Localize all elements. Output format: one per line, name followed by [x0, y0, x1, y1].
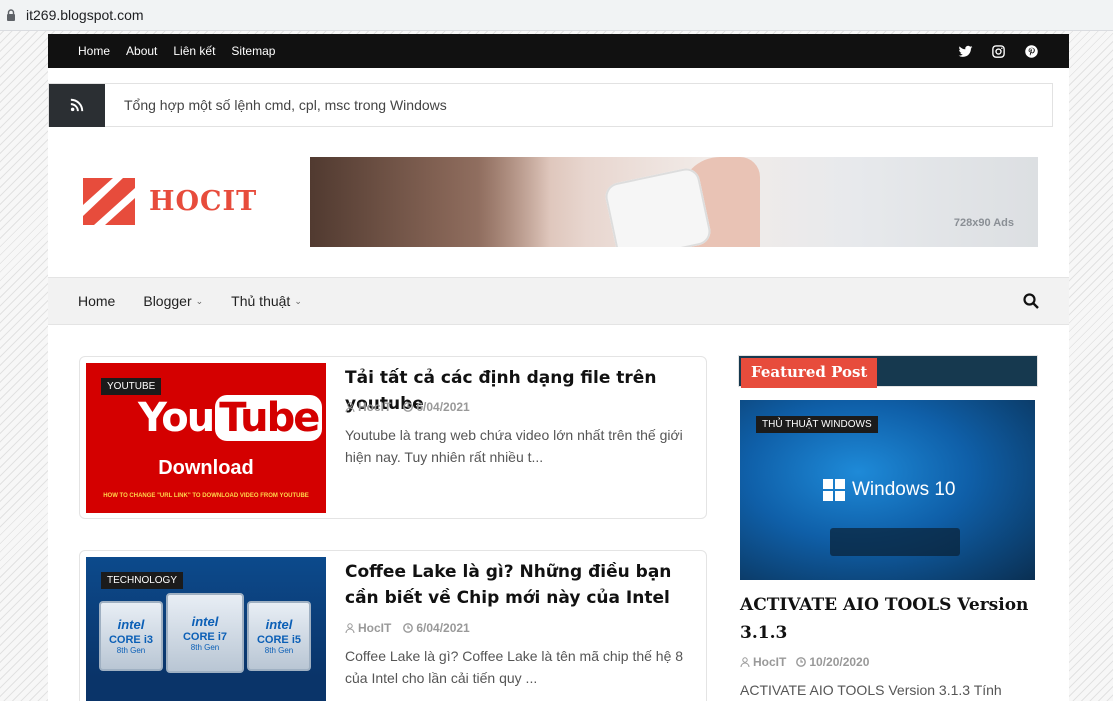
- chip-gen: 8th Gen: [116, 646, 146, 655]
- browser-address-bar[interactable]: it269.blogspot.com: [0, 0, 1113, 31]
- featured-post-date: 10/20/2020: [796, 655, 869, 669]
- featured-post-author[interactable]: HocIT: [740, 655, 786, 669]
- blog-page: Home About Liên kết Sitemap Tổng hợp một…: [48, 34, 1069, 701]
- top-link-about[interactable]: About: [126, 44, 157, 58]
- intel-chip-badge: intel CORE i7 8th Gen: [166, 593, 244, 673]
- windows-icon: [823, 479, 845, 501]
- post-meta: HocIT 6/04/2021: [345, 400, 470, 414]
- url-text: it269.blogspot.com: [26, 7, 144, 23]
- keyboard-shape: [830, 528, 960, 556]
- banner-photo-phone: [602, 165, 714, 247]
- post-excerpt: Coffee Lake là gì? Coffee Lake là tên mã…: [345, 648, 684, 686]
- top-link-sitemap[interactable]: Sitemap: [231, 44, 275, 58]
- chip-brand: intel: [191, 614, 219, 629]
- featured-post-header: Featured Post: [738, 355, 1038, 388]
- post-meta: HocIT 6/04/2021: [345, 621, 470, 635]
- banner-photo-hair: [310, 157, 550, 247]
- chip-model: CORE i3: [108, 634, 153, 646]
- chip-model: CORE i5: [256, 634, 301, 646]
- lock-icon: [7, 8, 15, 21]
- post-date-text: 6/04/2021: [416, 621, 470, 635]
- post-author[interactable]: HocIT: [345, 621, 391, 635]
- intel-chip-badge: intel CORE i5 8th Gen: [247, 601, 311, 671]
- post-date: 6/04/2021: [403, 400, 470, 414]
- sidebar: Featured Post THỦ THUẬT WINDOWS Windows …: [738, 355, 1038, 698]
- top-links: Home About Liên kết Sitemap: [78, 44, 275, 58]
- chip-model: CORE i7: [182, 631, 227, 643]
- site-logo[interactable]: HOCIT: [83, 178, 257, 225]
- rss-icon: [70, 98, 84, 112]
- chip-gen: 8th Gen: [190, 643, 220, 652]
- top-link-lien-ket[interactable]: Liên kết: [173, 44, 215, 58]
- featured-post-label: Featured Post: [741, 358, 878, 388]
- ad-size-label: 728x90 Ads: [953, 217, 1014, 229]
- post-excerpt: Youtube là trang web chứa video lớn nhất…: [345, 427, 683, 465]
- main-nav: Home Blogger ⌄ Thủ thuật ⌄: [48, 277, 1069, 325]
- post-tag[interactable]: TECHNOLOGY: [101, 572, 184, 589]
- brand-name: HOCIT: [149, 186, 258, 217]
- clock-icon: [796, 657, 807, 667]
- thumbnail-small-caption: HOW TO CHANGE "URL LINK" TO DOWNLOAD VID…: [103, 493, 309, 499]
- post-author[interactable]: HocIT: [345, 400, 391, 414]
- featured-post-author-name: HocIT: [753, 655, 787, 669]
- chevron-down-icon: ⌄: [294, 295, 302, 306]
- nav-item-home[interactable]: Home: [78, 293, 115, 309]
- youtube-logo: You Tube: [138, 395, 323, 441]
- top-link-home[interactable]: Home: [78, 44, 110, 58]
- thumbnail-caption: Download: [158, 457, 254, 479]
- news-ticker: Tổng hợp một số lệnh cmd, cpl, msc trong…: [48, 83, 1053, 127]
- instagram-icon[interactable]: [991, 44, 1006, 59]
- chip-brand: intel: [117, 617, 145, 632]
- post-card: YOUTUBE You Tube Download HOW TO CHANGE …: [79, 356, 707, 519]
- post-author-name: HocIT: [358, 621, 392, 635]
- youtube-logo-you: You: [138, 395, 215, 441]
- featured-post-image[interactable]: THỦ THUẬT WINDOWS Windows 10: [740, 400, 1035, 580]
- post-title[interactable]: Coffee Lake là gì? Những điều bạn cần bi…: [345, 559, 697, 611]
- logo-mark-icon: [83, 178, 135, 225]
- featured-post-date-text: 10/20/2020: [809, 655, 870, 669]
- twitter-icon[interactable]: [958, 44, 973, 59]
- featured-post-tag[interactable]: THỦ THUẬT WINDOWS: [756, 416, 878, 433]
- top-bar: Home About Liên kết Sitemap: [48, 34, 1069, 68]
- pinterest-icon[interactable]: [1024, 44, 1039, 59]
- nav-item-thu-thuat[interactable]: Thủ thuật ⌄: [231, 293, 302, 309]
- nav-item-label: Blogger: [143, 293, 192, 309]
- user-icon: [740, 657, 750, 667]
- user-icon: [345, 402, 355, 412]
- featured-post-meta: HocIT 10/20/2020: [740, 655, 869, 669]
- featured-post-excerpt: ACTIVATE AIO TOOLS Version 3.1.3 Tính: [740, 682, 1002, 698]
- ad-banner[interactable]: 728x90 Ads: [310, 157, 1038, 247]
- nav-item-label: Home: [78, 293, 116, 309]
- post-date-text: 6/04/2021: [416, 400, 470, 414]
- search-icon[interactable]: [1023, 293, 1039, 309]
- chevron-down-icon: ⌄: [195, 295, 204, 306]
- featured-post-title[interactable]: ACTIVATE AIO TOOLS Version 3.1.3: [740, 591, 1036, 647]
- chip-brand: intel: [265, 617, 293, 632]
- ticker-link[interactable]: Tổng hợp một số lệnh cmd, cpl, msc trong…: [124, 97, 447, 113]
- intel-chip-badge: intel CORE i3 8th Gen: [99, 601, 163, 671]
- post-author-name: HocIT: [358, 400, 392, 414]
- post-thumbnail[interactable]: YOUTUBE You Tube Download HOW TO CHANGE …: [86, 363, 326, 513]
- windows-logo: Windows 10: [822, 478, 956, 502]
- post-thumbnail[interactable]: TECHNOLOGY intel CORE i3 8th Gen intel C…: [86, 557, 326, 701]
- youtube-logo-tube: Tube: [215, 395, 323, 441]
- rss-button[interactable]: [49, 83, 105, 127]
- nav-item-blogger[interactable]: Blogger ⌄: [143, 293, 203, 309]
- nav-item-label: Thủ thuật: [231, 293, 291, 309]
- post-tag[interactable]: YOUTUBE: [101, 378, 162, 395]
- chip-gen: 8th Gen: [264, 646, 294, 655]
- windows-logo-text: Windows 10: [852, 479, 956, 500]
- user-icon: [345, 623, 355, 633]
- clock-icon: [403, 402, 414, 412]
- clock-icon: [403, 623, 414, 633]
- post-card: TECHNOLOGY intel CORE i3 8th Gen intel C…: [79, 550, 707, 701]
- social-links: [958, 44, 1039, 59]
- post-date: 6/04/2021: [403, 621, 470, 635]
